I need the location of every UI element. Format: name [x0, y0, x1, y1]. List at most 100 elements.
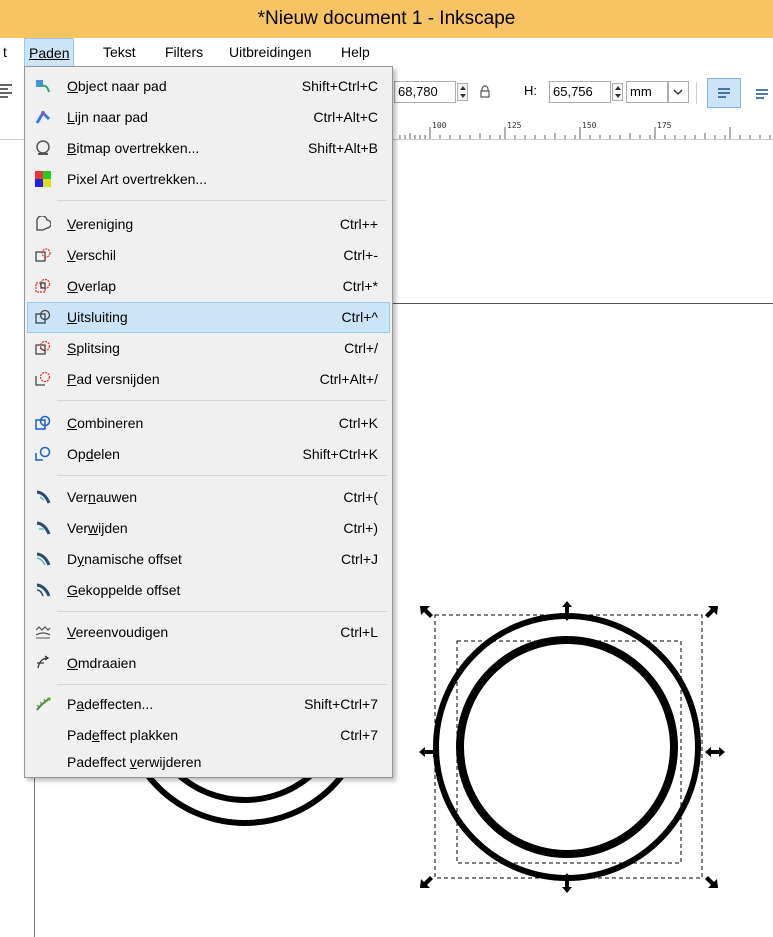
menu-item-label: Verschil — [67, 247, 117, 263]
menu-separator — [57, 684, 387, 685]
menu-paden-label: Paden — [29, 45, 70, 61]
height-spinner[interactable] — [612, 83, 623, 101]
align-left-icon[interactable] — [0, 82, 14, 100]
menu-item-gekoppelde-offset[interactable]: Gekoppelde offset — [27, 575, 390, 606]
menu-item-pixel-art-overtrekken[interactable]: Pixel Art overtrekken... — [27, 164, 390, 195]
menu-item-verwijden[interactable]: Verwijden Ctrl+) — [27, 513, 390, 544]
menu-item-padeffect-verwijderen[interactable]: Padeffect verwijderen — [27, 747, 390, 778]
menu-item-pad-versnijden[interactable]: Pad versnijden Ctrl+Alt+/ — [27, 364, 390, 395]
menu-item-shortcut: Ctrl+- — [343, 247, 378, 263]
unit-select[interactable]: mm — [626, 81, 668, 103]
menu-item-label: Bitmap overtrekken... — [67, 140, 200, 156]
menu-paden[interactable]: Paden — [24, 38, 75, 67]
menu-filters[interactable]: Filters — [165, 38, 203, 67]
outset-icon — [36, 521, 51, 535]
scale-corners-toggle[interactable] — [750, 82, 773, 104]
menu-edit-partial[interactable]: t — [3, 38, 7, 67]
menu-help[interactable]: Help — [341, 38, 370, 67]
menu-item-lijn-naar-pad[interactable]: Lijn naar pad Ctrl+Alt+C — [27, 102, 390, 133]
linked-offset-icon — [36, 583, 51, 597]
chevron-down-icon — [673, 89, 683, 96]
menu-item-shortcut: Ctrl+/ — [344, 340, 378, 356]
menu-item-label: Vereenvoudigen — [67, 624, 169, 640]
menu-separator — [57, 200, 387, 201]
menu-item-vereniging[interactable]: Vereniging Ctrl++ — [27, 209, 390, 240]
menu-item-splitsing[interactable]: Splitsing Ctrl+/ — [27, 333, 390, 364]
intersection-icon — [35, 278, 51, 293]
menubar: t Paden Tekst Filters Uitbreidingen Help — [0, 38, 773, 68]
toolbar-separator — [696, 82, 697, 104]
menu-item-opdelen[interactable]: Opdelen Shift+Ctrl+K — [27, 439, 390, 470]
width-spinner[interactable] — [457, 83, 468, 101]
menu-item-label: Splitsing — [67, 340, 120, 356]
menu-item-shortcut: Shift+Alt+B — [307, 140, 378, 156]
union-icon — [36, 216, 51, 231]
menu-item-overlap[interactable]: Overlap Ctrl+* — [27, 271, 390, 302]
trace-bitmap-icon — [36, 140, 50, 155]
menu-item-label: Padeffect verwijderen — [67, 754, 202, 770]
menu-item-shortcut: Ctrl+) — [343, 520, 378, 536]
menu-item-vernauwen[interactable]: Vernauwen Ctrl+( — [27, 482, 390, 513]
exclusion-icon — [35, 309, 51, 324]
menu-item-omdraaien[interactable]: Omdraaien — [27, 648, 390, 679]
dynamic-offset-icon — [36, 552, 51, 566]
ruler-label: 175 — [657, 121, 672, 130]
menu-item-bitmap-overtrekken[interactable]: Bitmap overtrekken... Shift+Alt+B — [27, 133, 390, 164]
menu-item-combineren[interactable]: Combineren Ctrl+K — [27, 408, 390, 439]
menu-item-padeffecten[interactable]: Padeffecten... Shift+Ctrl+7 — [27, 689, 390, 720]
window-title: *Nieuw document 1 - Inkscape — [0, 0, 773, 38]
menu-item-vereenvoudigen[interactable]: Vereenvoudigen Ctrl+L — [27, 617, 390, 648]
width-field[interactable]: 68,780 — [394, 81, 456, 103]
resize-handles — [419, 601, 725, 893]
menu-item-label: Omdraaien — [67, 655, 137, 671]
menu-uitbreidingen[interactable]: Uitbreidingen — [229, 38, 312, 67]
menu-item-label: Gekoppelde offset — [67, 582, 181, 598]
menu-item-label: Padeffecten... — [67, 696, 154, 712]
simplify-icon — [35, 626, 51, 639]
menu-item-label: Vernauwen — [67, 489, 138, 505]
division-icon — [35, 340, 51, 355]
menu-separator — [57, 400, 387, 401]
combine-icon — [35, 415, 51, 430]
menu-item-label: Uitsluiting — [67, 309, 128, 325]
cut-path-icon — [35, 371, 51, 386]
menu-item-label: Lijn naar pad — [67, 109, 148, 125]
menu-item-label: Overlap — [67, 278, 117, 294]
menu-item-uitsluiting[interactable]: Uitsluiting Ctrl+^ — [27, 302, 390, 333]
unit-value: mm — [630, 84, 652, 99]
menu-item-shortcut: Shift+Ctrl+K — [302, 446, 378, 462]
scale-stroke-toggle[interactable] — [707, 78, 741, 108]
menu-item-label: Dynamische offset — [67, 551, 182, 567]
menu-item-shortcut: Ctrl+( — [343, 489, 378, 505]
menu-item-shortcut: Ctrl+Alt+/ — [319, 371, 378, 387]
menu-item-shortcut: Ctrl+L — [340, 624, 378, 640]
menu-separator — [57, 475, 387, 476]
menu-item-object-naar-pad[interactable]: Object naar pad Shift+Ctrl+C — [27, 71, 390, 102]
ruler-label: 100 — [432, 121, 447, 130]
menu-item-shortcut: Ctrl+J — [341, 551, 378, 567]
stroke-to-path-icon — [35, 110, 51, 124]
menu-item-shortcut: Shift+Ctrl+C — [301, 78, 378, 94]
menu-item-shortcut: Ctrl++ — [339, 216, 378, 232]
height-field[interactable]: 65,756 — [549, 81, 611, 103]
lock-ratio-icon[interactable] — [479, 85, 491, 99]
menu-tekst[interactable]: Tekst — [103, 38, 136, 67]
menu-item-shortcut: Ctrl+* — [342, 278, 378, 294]
menu-item-label: Vereniging — [67, 216, 134, 232]
menu-item-label: Pad versnijden — [67, 371, 160, 387]
ruler-label: 125 — [507, 121, 522, 130]
trace-pixel-art-icon — [35, 171, 51, 187]
menu-item-verschil[interactable]: Verschil Ctrl+- — [27, 240, 390, 271]
menu-separator — [57, 611, 387, 612]
unit-dropdown-button[interactable] — [668, 81, 689, 103]
ruler-label: 150 — [582, 121, 597, 130]
difference-icon — [35, 248, 51, 262]
break-apart-icon — [35, 446, 51, 461]
reverse-icon — [37, 655, 50, 669]
menu-item-label: Pixel Art overtrekken... — [67, 171, 208, 187]
height-label: H: — [524, 83, 537, 98]
object-to-path-icon — [36, 80, 50, 93]
menu-item-dynamische-offset[interactable]: Dynamische offset Ctrl+J — [27, 544, 390, 575]
menu-item-shortcut: Ctrl+^ — [341, 309, 378, 325]
ring-object-selected — [433, 613, 701, 881]
